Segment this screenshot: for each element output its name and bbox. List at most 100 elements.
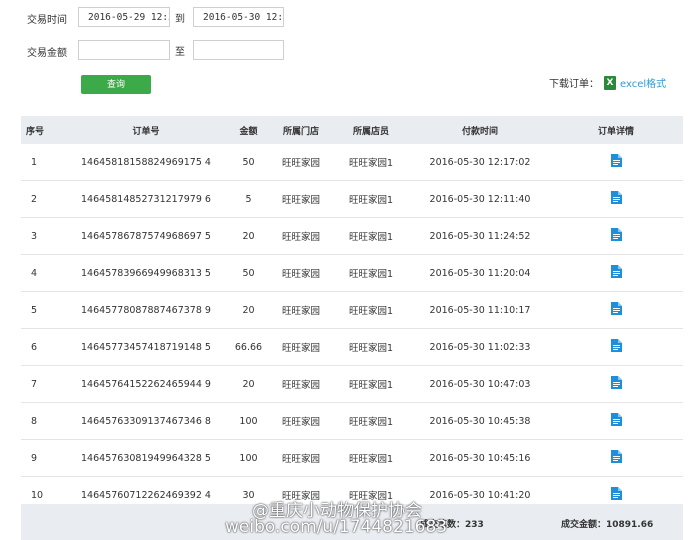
document-icon[interactable]: [610, 450, 622, 466]
row-store: 旺旺家园: [281, 417, 320, 428]
amount-range-separator: 至: [175, 47, 185, 58]
row-order-no: 14645778087887467378 9: [81, 304, 211, 316]
row-order-no: 14645764152262465944 9: [81, 378, 211, 390]
row-index: 6: [31, 341, 38, 353]
table-row: 5 14645778087887467378 9 20 旺旺家园 旺旺家园1 2016-0…: [21, 292, 683, 329]
table-row: 9 14645763081949964328 5 100 旺旺家园 旺旺家园1 2016-…: [21, 440, 683, 477]
table-row: 2 14645814852731217979 6 5 旺旺家园 旺旺家园1 2016-05…: [21, 181, 683, 218]
header-order-detail: 订单详情: [597, 126, 634, 137]
table-row: 4 14645783966949968313 5 50 旺旺家园 旺旺家园1 2016-0…: [21, 255, 683, 292]
row-clerk: 旺旺家园1: [348, 269, 394, 280]
row-store: 旺旺家园: [281, 454, 320, 465]
row-detail-cell: [549, 339, 683, 355]
document-icon[interactable]: [610, 376, 622, 392]
row-amount: 100: [239, 415, 258, 427]
row-clerk: 旺旺家园1: [348, 158, 394, 169]
row-clerk: 旺旺家园1: [348, 306, 394, 317]
download-order-bar: 下载订单： X excel格式: [549, 75, 666, 90]
row-order-no: 14645783966949968313 5: [81, 267, 211, 279]
row-store: 旺旺家园: [281, 306, 320, 317]
header-index: 序号: [26, 126, 45, 137]
row-store: 旺旺家园: [281, 158, 320, 169]
row-clerk: 旺旺家园1: [348, 454, 394, 465]
row-pay-time: 2016-05-30 11:20:04: [429, 267, 531, 279]
row-index: 10: [31, 489, 44, 501]
excel-download-link[interactable]: excel格式: [620, 75, 666, 90]
row-amount: 5: [245, 193, 252, 205]
row-store: 旺旺家园: [281, 343, 320, 354]
table-row: 3 14645786787574968697 5 20 旺旺家园 旺旺家园1 2016-0…: [21, 218, 683, 255]
row-store: 旺旺家园: [281, 195, 320, 206]
row-detail-cell: [549, 450, 683, 466]
row-clerk: 旺旺家园1: [348, 380, 394, 391]
row-order-no: 14645773457418719148 5: [81, 341, 211, 353]
row-index: 5: [31, 304, 38, 316]
time-to-input[interactable]: [193, 7, 284, 27]
row-pay-time: 2016-05-30 10:47:03: [429, 378, 531, 390]
row-amount: 100: [239, 452, 258, 464]
header-order-no: 订单号: [132, 126, 160, 137]
document-icon[interactable]: [610, 265, 622, 281]
amount-from-input[interactable]: [78, 40, 170, 60]
row-pay-time: 2016-05-30 11:10:17: [429, 304, 531, 316]
row-detail-cell: [549, 413, 683, 429]
orders-table: 序号 订单号 金额 所属门店 所属店员 付款时间 订单详情 1 146458181…: [21, 116, 683, 514]
row-order-no: 14645786787574968697 5: [81, 230, 211, 242]
row-detail-cell: [549, 376, 683, 392]
row-clerk: 旺旺家园1: [348, 195, 394, 206]
trade-time-label: 交易时间: [27, 15, 67, 26]
row-detail-cell: [549, 265, 683, 281]
row-index: 9: [31, 452, 38, 464]
row-index: 7: [31, 378, 38, 390]
row-amount: 20: [242, 378, 255, 390]
table-header: 序号 订单号 金额 所属门店 所属店员 付款时间 订单详情: [21, 116, 683, 144]
amount-to-input[interactable]: [193, 40, 284, 60]
row-index: 8: [31, 415, 38, 427]
row-store: 旺旺家园: [281, 380, 320, 391]
header-store: 所属门店: [282, 126, 319, 137]
row-amount: 50: [242, 156, 255, 168]
trade-amount-label: 交易金额: [27, 48, 67, 59]
row-order-no: 14645760712262469392 4: [81, 489, 211, 501]
row-index: 4: [31, 267, 38, 279]
header-pay-time: 付款时间: [461, 126, 498, 137]
row-detail-cell: [549, 487, 683, 503]
row-amount: 50: [242, 267, 255, 279]
document-icon[interactable]: [610, 228, 622, 244]
row-store: 旺旺家园: [281, 232, 320, 243]
row-order-no: 14645818158824969175 4: [81, 156, 211, 168]
row-amount: 20: [242, 230, 255, 242]
row-clerk: 旺旺家园1: [348, 343, 394, 354]
row-pay-time: 2016-05-30 12:11:40: [429, 193, 531, 205]
row-amount: 20: [242, 304, 255, 316]
table-row: 7 14645764152262465944 9 20 旺旺家园 旺旺家园1 2016-0…: [21, 366, 683, 403]
excel-icon[interactable]: X: [604, 75, 616, 90]
document-icon[interactable]: [610, 154, 622, 170]
row-detail-cell: [549, 191, 683, 207]
document-icon[interactable]: [610, 302, 622, 318]
query-button[interactable]: 查询: [81, 75, 151, 94]
row-amount: 66.66: [234, 341, 263, 353]
row-index: 1: [31, 156, 38, 168]
time-range-separator: 到: [175, 14, 185, 25]
download-label: 下载订单：: [549, 79, 599, 90]
header-clerk: 所属店员: [352, 126, 389, 137]
document-icon[interactable]: [610, 339, 622, 355]
row-order-no: 14645814852731217979 6: [81, 193, 211, 205]
document-icon[interactable]: [610, 191, 622, 207]
table-body: 1 14645818158824969175 4 50 旺旺家园 旺旺家园1 2016-0…: [21, 144, 683, 514]
row-detail-cell: [549, 154, 683, 170]
row-pay-time: 2016-05-30 10:45:16: [429, 452, 531, 464]
row-order-no: 14645763309137467346 8: [81, 415, 211, 427]
row-order-no: 14645763081949964328 5: [81, 452, 211, 464]
row-store: 旺旺家园: [281, 269, 320, 280]
table-row: 1 14645818158824969175 4 50 旺旺家园 旺旺家园1 2016-0…: [21, 144, 683, 181]
row-index: 2: [31, 193, 38, 205]
row-index: 3: [31, 230, 38, 242]
time-from-input[interactable]: [78, 7, 170, 27]
document-icon[interactable]: [610, 413, 622, 429]
row-clerk: 旺旺家园1: [348, 417, 394, 428]
row-pay-time: 2016-05-30 12:17:02: [429, 156, 531, 168]
header-amount: 金额: [239, 126, 258, 137]
document-icon[interactable]: [610, 487, 622, 503]
